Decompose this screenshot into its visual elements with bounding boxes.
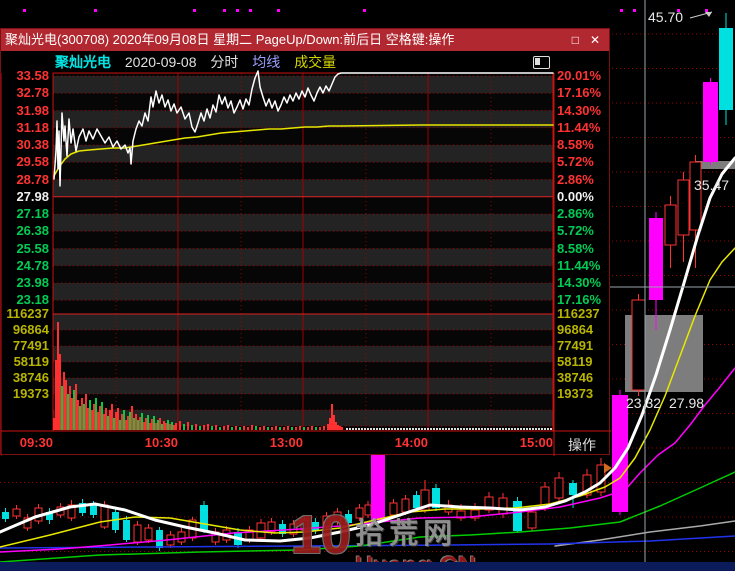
axis-label: 31.18 — [16, 119, 49, 135]
axis-label: 38746 — [12, 370, 49, 385]
axis-label: 32.78 — [16, 85, 49, 101]
axis-label: 14.30% — [557, 102, 602, 118]
bottom-strip — [0, 562, 735, 571]
time-label: 15:00 — [519, 435, 553, 450]
svg-text:35.47: 35.47 — [694, 177, 729, 193]
axis-label: 77491 — [557, 338, 594, 353]
axis-label: 19373 — [12, 386, 49, 401]
axis-label: 2.86% — [557, 206, 594, 221]
axis-label: 77491 — [12, 338, 49, 353]
axis-label: 30.38 — [16, 137, 49, 152]
axis-label: 27.98 — [16, 188, 49, 204]
axis-label: 20.01% — [557, 68, 602, 83]
time-label: 09:30 — [19, 435, 53, 450]
axis-label: 116237 — [557, 306, 600, 321]
axis-label: 27.18 — [16, 206, 49, 221]
axis-label: 26.38 — [16, 223, 49, 239]
axis-label: 5.72% — [557, 223, 594, 239]
axis-label: 2.86% — [557, 171, 594, 187]
axis-label: 11.44% — [557, 257, 601, 273]
watermark-cn: 拾荒网 — [355, 518, 458, 550]
axis-label: 58119 — [557, 354, 593, 369]
svg-text:23.32: 23.32 — [626, 395, 661, 411]
axis-label: 38746 — [557, 370, 594, 385]
axis-label: 24.78 — [16, 257, 49, 273]
svg-text:45.70: 45.70 — [648, 9, 683, 25]
axis-label: 19373 — [557, 386, 594, 401]
axis-label: 5.72% — [557, 154, 594, 170]
time-label: 13:00 — [269, 435, 303, 450]
axis-label: 31.98 — [16, 102, 49, 118]
axis-label: 23.98 — [16, 275, 49, 290]
axis-label: 96864 — [557, 322, 594, 337]
axis-label: 14.30% — [557, 275, 602, 290]
time-label: 14:00 — [394, 435, 428, 450]
watermark-number: 10 — [291, 505, 352, 565]
axis-label: 58119 — [13, 354, 49, 369]
axis-label: 33.58 — [16, 68, 49, 83]
axis-label: 17.16% — [557, 85, 602, 101]
svg-text:27.98: 27.98 — [669, 395, 704, 411]
axis-label: 8.58% — [557, 137, 594, 152]
axis-label: 96864 — [12, 322, 49, 337]
axis-label: 28.78 — [16, 171, 49, 187]
time-label: 10:30 — [144, 435, 178, 450]
axis-label: 8.58% — [557, 240, 594, 256]
intraday-chart-window: 聚灿光电(300708) 2020年09月08日 星期二 PageUp/Down… — [0, 28, 611, 456]
operate-label[interactable]: 操作 — [557, 435, 607, 455]
axis-label: 29.58 — [16, 154, 49, 170]
minute-chart[interactable] — [1, 29, 611, 456]
axis-label: 25.58 — [16, 240, 49, 256]
axis-label: 11.44% — [557, 119, 601, 135]
screen: 45.7035.4723.3227.98 10 拾荒网 Huang.CN 聚灿光… — [0, 0, 735, 571]
axis-label: 0.00% — [557, 188, 594, 204]
axis-label: 116237 — [6, 306, 49, 321]
